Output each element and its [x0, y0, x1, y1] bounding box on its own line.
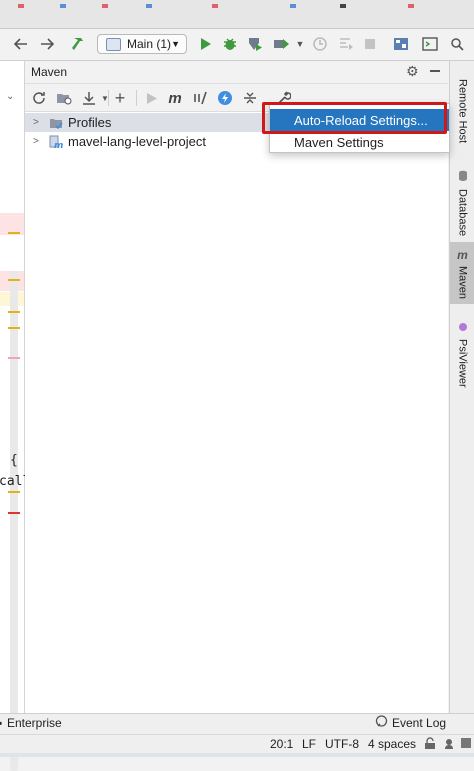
- tab-marker: [290, 4, 296, 8]
- chevron-down-icon: ▼: [171, 39, 180, 49]
- tab-label: Maven: [456, 266, 469, 300]
- skip-tests-icon[interactable]: [216, 89, 234, 107]
- chevron-right-icon[interactable]: >: [33, 117, 43, 128]
- error-stripe-mark[interactable]: [8, 491, 20, 493]
- add-icon[interactable]: +: [111, 88, 129, 108]
- tab-marker: [340, 4, 346, 8]
- terminal-icon[interactable]: [421, 35, 439, 53]
- hammer-icon[interactable]: [70, 35, 88, 53]
- error-stripe-mark[interactable]: [8, 357, 20, 359]
- maven-icon: m: [457, 248, 468, 262]
- tab-marker: [60, 4, 66, 8]
- tab-enterprise[interactable]: Enterprise: [7, 716, 62, 730]
- chevron-down-icon[interactable]: ▼: [291, 35, 309, 53]
- toolbar-divider: [136, 90, 137, 106]
- tab-label: Remote Host: [456, 79, 469, 144]
- chevron-right-icon[interactable]: >: [33, 136, 43, 147]
- tab-event-log[interactable]: Event Log: [392, 716, 446, 730]
- tool-window-tabs-bar: ▪ Enterprise Event Log: [0, 713, 474, 734]
- tab-remote-host[interactable]: Remote Host: [450, 61, 474, 151]
- lock-icon[interactable]: [424, 737, 436, 753]
- tab-marker: [408, 4, 414, 8]
- profiles-folder-icon: [50, 118, 63, 129]
- highlight-annotation-box: [262, 102, 447, 134]
- run-configuration-selector[interactable]: Main (1) ▼: [97, 34, 187, 54]
- right-tool-window-bar: Remote Host Database m Maven PsiViewer: [449, 61, 474, 713]
- maven-goal-icon[interactable]: m: [166, 89, 184, 107]
- svg-text:m: m: [54, 141, 63, 149]
- tab-marker: [102, 4, 108, 8]
- maven-projects-tree[interactable]: > Profiles > m mavel-lang-level-project: [25, 112, 448, 713]
- error-stripe-mark[interactable]: [8, 512, 20, 514]
- tab-psiviewer[interactable]: PsiViewer: [450, 316, 474, 396]
- collapse-all-icon[interactable]: [241, 89, 259, 107]
- panel-title: Maven: [31, 65, 68, 79]
- editor-scroll-gutter[interactable]: [10, 271, 18, 771]
- project-structure-icon[interactable]: [392, 35, 410, 53]
- bug-icon[interactable]: [221, 35, 239, 53]
- caret-position[interactable]: 20:1: [270, 737, 293, 751]
- error-stripe-mark[interactable]: [8, 311, 20, 313]
- tab-marker: [212, 4, 218, 8]
- profile-icon[interactable]: [273, 35, 291, 53]
- menu-item-maven-settings[interactable]: Maven Settings: [270, 131, 449, 153]
- run-maven-build-icon[interactable]: [143, 89, 161, 107]
- run-config-label: Main (1): [127, 37, 172, 51]
- coverage-icon[interactable]: [246, 35, 264, 53]
- gear-icon[interactable]: ⚙: [406, 63, 419, 80]
- attach-icon[interactable]: [311, 35, 329, 53]
- tree-item-label: Profiles: [68, 115, 112, 130]
- editor-area[interactable]: ⌄ { call: [0, 61, 30, 771]
- tab-database[interactable]: Database: [450, 166, 474, 236]
- toggle-offline-icon[interactable]: [191, 89, 209, 107]
- status-bar: 20:1 LF UTF-8 4 spaces: [0, 734, 474, 754]
- error-stripe-mark[interactable]: [8, 279, 20, 281]
- line-separator[interactable]: LF: [302, 737, 316, 751]
- run-config-icon: [106, 37, 121, 51]
- chevron-down-icon: ⌄: [6, 91, 15, 102]
- step-icon[interactable]: [337, 35, 355, 53]
- stop-icon[interactable]: [361, 35, 379, 53]
- error-stripe-mark[interactable]: [8, 232, 20, 234]
- maven-module-icon: m: [49, 135, 63, 149]
- psiviewer-icon: [458, 320, 468, 335]
- maven-panel-header: Maven ⚙: [25, 61, 448, 84]
- play-icon[interactable]: [197, 35, 215, 53]
- arrow-left-icon[interactable]: [12, 35, 30, 53]
- search-everywhere-icon[interactable]: [448, 35, 466, 53]
- tab-marker: [18, 4, 24, 8]
- minimize-icon[interactable]: [430, 70, 440, 72]
- tab-label: PsiViewer: [456, 339, 469, 388]
- enterprise-icon: ▪: [0, 716, 3, 730]
- code-fragment: {: [10, 453, 18, 468]
- event-log-icon: [375, 715, 388, 731]
- window-bottom-edge: [0, 753, 474, 757]
- toolbar-divider: [108, 90, 109, 106]
- tab-label: Database: [456, 189, 469, 237]
- editor-tab-strip[interactable]: [0, 0, 474, 29]
- arrow-right-icon[interactable]: [38, 35, 56, 53]
- main-toolbar: Main (1) ▼ ▼: [0, 29, 474, 61]
- generate-sources-icon[interactable]: [55, 89, 73, 107]
- tab-maven[interactable]: m Maven: [450, 242, 474, 304]
- notifications-icon[interactable]: [460, 737, 472, 752]
- tree-item-label: mavel-lang-level-project: [68, 134, 206, 149]
- file-encoding[interactable]: UTF-8: [325, 737, 359, 751]
- reload-icon[interactable]: [30, 89, 48, 107]
- indent-setting[interactable]: 4 spaces: [368, 737, 416, 751]
- error-stripe-mark[interactable]: [8, 327, 20, 329]
- database-icon: [458, 170, 468, 185]
- inspector-icon[interactable]: [444, 737, 458, 753]
- tab-marker: [146, 4, 152, 8]
